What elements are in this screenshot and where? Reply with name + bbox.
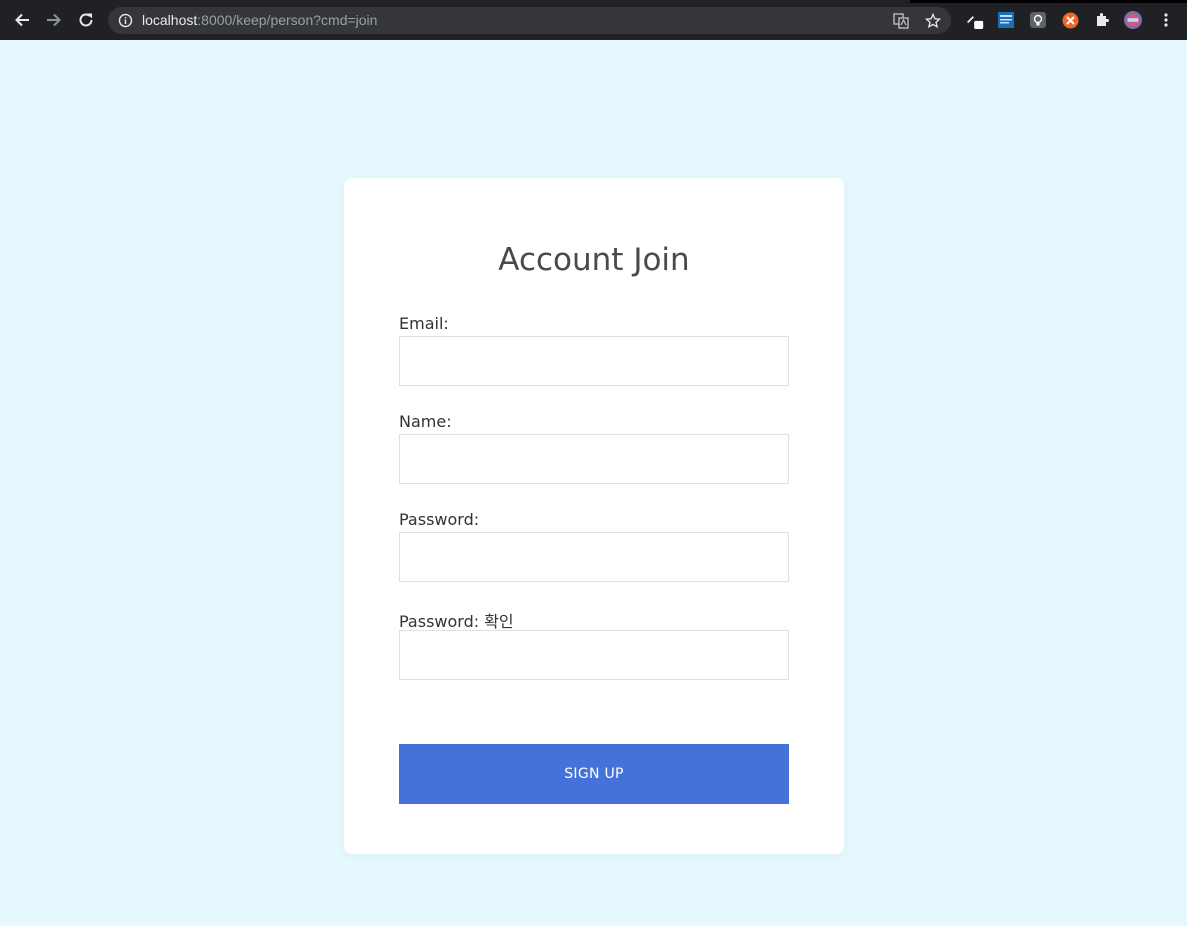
password-confirm-label: Password: 확인 xyxy=(399,612,514,631)
password-field[interactable] xyxy=(399,532,789,582)
password-label: Password: xyxy=(399,510,480,529)
url-path: :8000/keep/person?cmd=join xyxy=(197,12,378,28)
reload-icon xyxy=(79,13,93,27)
extension-news-button[interactable] xyxy=(997,11,1015,29)
arrow-left-icon xyxy=(15,13,29,27)
browser-toolbar: localhost:8000/keep/person?cmd=join xyxy=(0,0,1187,40)
info-icon[interactable] xyxy=(118,13,133,28)
page-title: Account Join xyxy=(498,242,690,278)
arrow-right-icon xyxy=(47,13,61,27)
orange-circle-icon xyxy=(1062,12,1078,28)
lightbulb-icon xyxy=(1030,12,1046,28)
name-label: Name: xyxy=(399,412,452,431)
extensions-menu-button[interactable] xyxy=(1093,11,1111,29)
url-host: localhost xyxy=(142,12,198,28)
bookmark-star-button[interactable] xyxy=(924,12,942,30)
extension-orange-button[interactable] xyxy=(1061,11,1079,29)
star-icon xyxy=(925,13,941,29)
pen-icon xyxy=(966,16,984,29)
join-card: Account Join Email: Name: Password: Pass… xyxy=(344,178,844,854)
email-label: Email: xyxy=(399,314,449,333)
email-field[interactable] xyxy=(399,336,789,386)
forward-button[interactable] xyxy=(42,8,66,32)
translate-button[interactable] xyxy=(892,12,910,30)
extension-pen-button[interactable] xyxy=(966,11,984,29)
tab-strip-edge xyxy=(910,0,1187,3)
back-button[interactable] xyxy=(10,8,34,32)
more-vertical-icon xyxy=(1164,13,1168,27)
sign-up-button[interactable]: SIGN UP xyxy=(399,744,789,804)
extension-keep-button[interactable] xyxy=(1029,11,1047,29)
password-confirm-field[interactable] xyxy=(399,630,789,680)
reload-button[interactable] xyxy=(74,8,98,32)
browser-menu-button[interactable] xyxy=(1157,11,1175,29)
newspaper-icon xyxy=(998,12,1014,28)
address-bar[interactable]: localhost:8000/keep/person?cmd=join xyxy=(108,7,951,34)
profile-button[interactable] xyxy=(1124,11,1142,29)
translate-icon xyxy=(893,13,909,29)
puzzle-icon xyxy=(1097,13,1109,26)
name-field[interactable] xyxy=(399,434,789,484)
avatar xyxy=(1124,11,1142,29)
address-url[interactable]: localhost:8000/keep/person?cmd=join xyxy=(142,12,377,28)
